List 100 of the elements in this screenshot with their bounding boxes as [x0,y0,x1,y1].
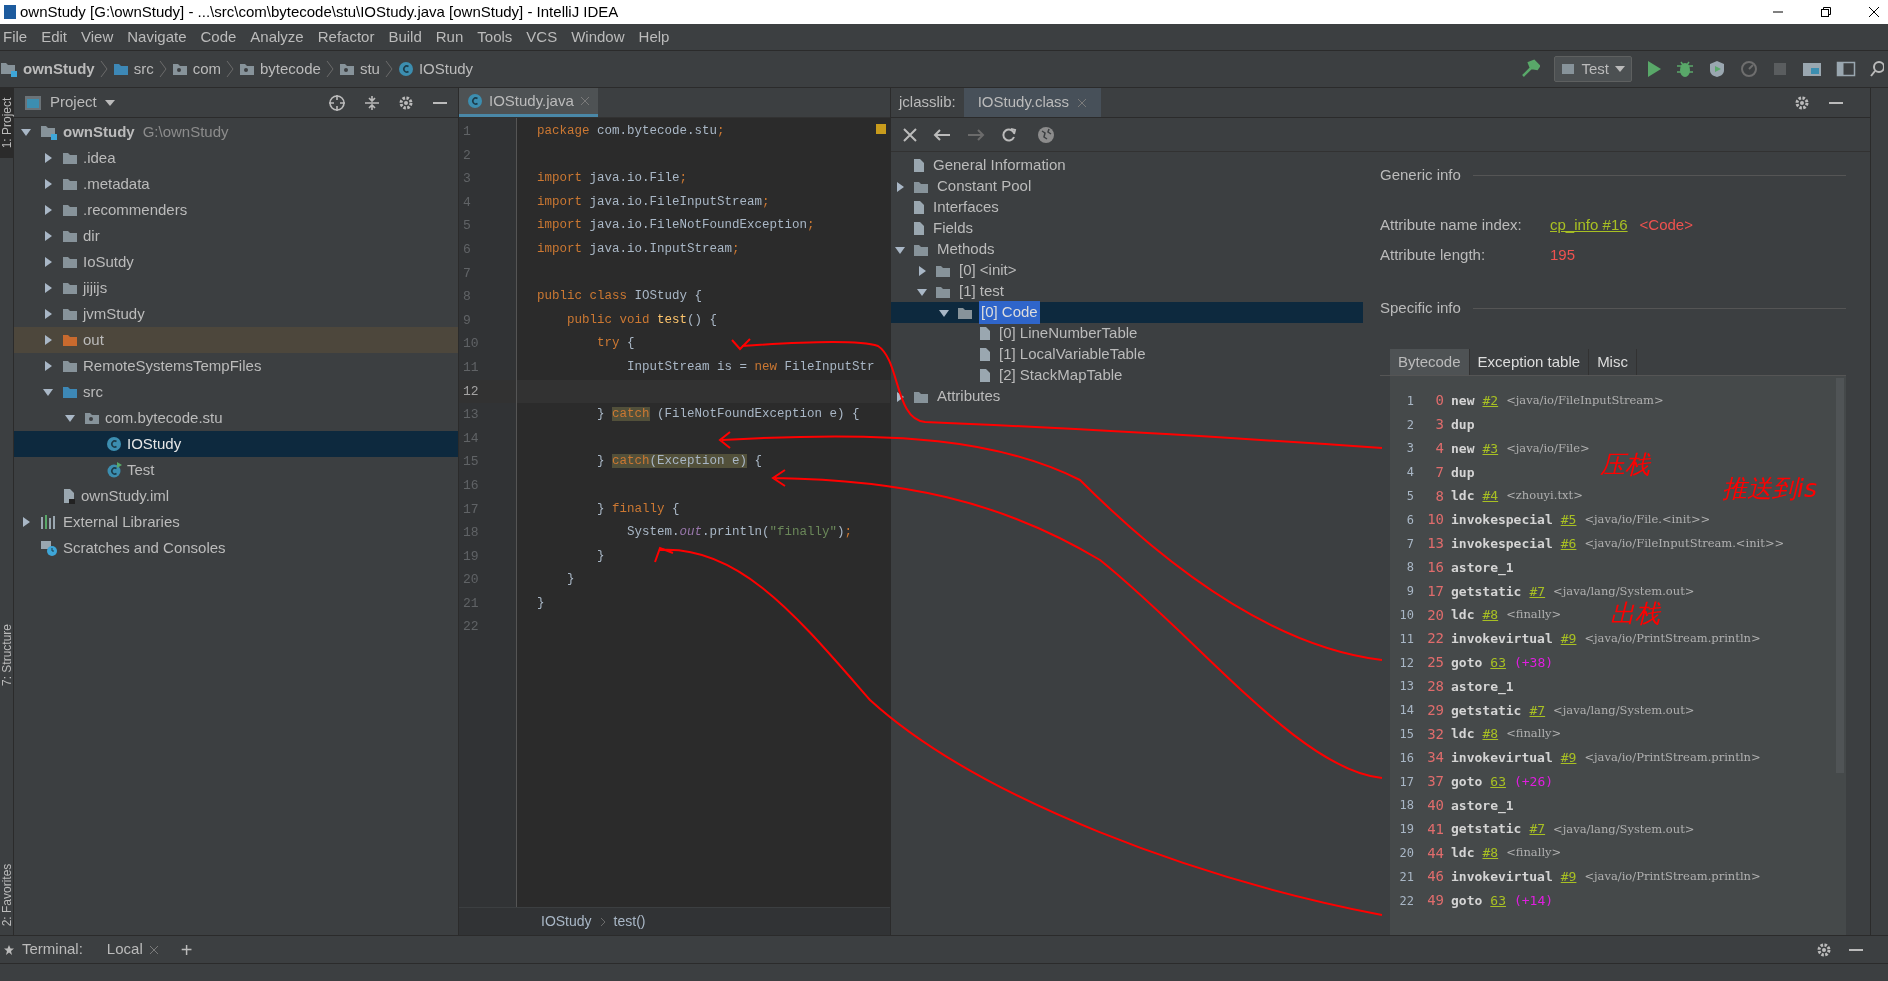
tree-item[interactable]: Methods [935,238,997,261]
tree-item[interactable]: Scratches and Consoles [63,536,226,560]
link[interactable]: #9 [1560,748,1577,768]
menu-item[interactable]: Refactor [310,25,382,49]
restore-icon[interactable] [1820,6,1832,18]
link[interactable]: #4 [1482,486,1499,506]
crosshair-icon[interactable] [328,93,346,112]
breadcrumb-item[interactable]: src [133,57,154,81]
tree-item[interactable]: [1] LocalVariableTable [997,343,1148,366]
tree-item[interactable]: ownStudy.iml [81,484,170,508]
tree-item[interactable]: .metadata [83,172,150,196]
collapsed-arrow-icon[interactable] [42,360,54,372]
tree-item[interactable]: jijijs [83,276,108,300]
add-button[interactable]: + [180,939,193,960]
link[interactable]: #7 [1529,700,1546,720]
expanded-arrow-icon[interactable] [20,126,32,138]
tree-item[interactable]: [0] Code [979,301,1040,324]
bug-icon[interactable] [1676,60,1694,78]
menu-item[interactable]: File [0,25,35,49]
side-tab[interactable]: 1: Project [0,88,14,158]
menu-item[interactable]: Help [631,25,677,49]
collapsed-arrow-icon[interactable] [20,516,32,528]
layout-icon[interactable] [1836,60,1856,78]
collapsed-arrow-icon[interactable] [42,204,54,216]
tree-item[interactable]: src [83,380,103,404]
tree-item[interactable]: IoSutdy [83,250,134,274]
tree-item[interactable]: jvmStudy [83,302,145,326]
tree-item[interactable]: [0] LineNumberTable [997,322,1140,345]
link[interactable]: #7 [1529,581,1546,601]
link[interactable]: #9 [1560,867,1577,887]
collapsed-arrow-icon[interactable] [894,390,906,403]
link[interactable]: #5 [1560,510,1577,530]
hammer-icon[interactable] [1520,59,1541,79]
menu-item[interactable]: Analyze [243,25,311,49]
back-arrow-icon[interactable] [933,127,951,142]
settings-icon[interactable] [1816,941,1832,958]
menu-item[interactable]: Tools [470,25,520,49]
settings-icon[interactable] [1794,94,1810,111]
close-icon[interactable] [1868,6,1880,18]
panel-title[interactable]: Project [50,91,97,114]
tree-item[interactable]: dir [83,224,100,248]
folder-icon[interactable] [1802,60,1822,78]
terminal-tab[interactable]: Local [106,938,143,961]
run-config-dropdown[interactable]: Test [1554,56,1632,82]
tab[interactable]: Bytecode [1390,349,1470,375]
collapsed-arrow-icon[interactable] [42,230,54,242]
link[interactable]: #9 [1560,629,1577,649]
collapsed-arrow-icon[interactable] [42,282,54,294]
breadcrumb-item[interactable]: IOStudy [541,911,592,932]
link[interactable]: #8 [1482,724,1499,744]
link[interactable]: #6 [1560,533,1577,554]
tree-item[interactable]: General Information [931,154,1068,177]
refresh-icon[interactable] [1001,126,1017,143]
expanded-arrow-icon[interactable] [64,412,76,424]
link[interactable]: #8 [1482,605,1499,625]
link[interactable]: #3 [1482,438,1499,459]
expanded-arrow-icon[interactable] [42,386,54,398]
tree-item[interactable]: ownStudy [63,120,135,144]
breadcrumb-item[interactable]: IOStudy [418,57,474,81]
settings-icon[interactable] [398,94,414,111]
link[interactable]: #8 [1482,843,1499,863]
collapsed-arrow-icon[interactable] [894,180,906,193]
collapsed-arrow-icon[interactable] [42,152,54,164]
link[interactable]: 63 [1490,890,1506,911]
menu-item[interactable]: Window [564,25,632,49]
side-tab[interactable]: 2: Favorites [0,855,14,935]
globe-icon[interactable] [1037,125,1055,144]
breadcrumb-item[interactable]: test() [613,911,646,932]
collapsed-arrow-icon[interactable] [42,308,54,320]
tree-item[interactable]: .idea [83,146,116,170]
menu-item[interactable]: Build [381,25,429,49]
menu-item[interactable]: Navigate [120,25,194,49]
tree-item[interactable]: Constant Pool [935,175,1034,198]
collapsed-arrow-icon[interactable] [42,334,54,346]
tree-item[interactable]: out [83,328,104,352]
tree-item[interactable]: IOStudy [127,432,182,456]
link[interactable]: 63 [1490,771,1506,792]
caret-icon[interactable] [104,98,115,107]
collapsed-arrow-icon[interactable] [42,178,54,190]
tree-item[interactable]: .recommenders [83,198,188,222]
link[interactable]: #7 [1529,819,1546,839]
menu-item[interactable]: Run [428,25,471,49]
tree-item[interactable]: [1] test [957,280,1007,303]
tree-item[interactable]: Fields [931,217,975,240]
tree-item[interactable]: Test [127,458,155,482]
menu-item[interactable]: View [74,25,121,49]
breadcrumb-item[interactable]: bytecode [260,57,321,81]
shield-icon[interactable] [1708,60,1726,78]
tree-item[interactable]: External Libraries [63,510,180,534]
collapse-icon[interactable] [364,94,380,111]
tree-item[interactable]: Attributes [935,385,1003,408]
collapsed-arrow-icon[interactable] [916,264,928,277]
link[interactable]: 63 [1490,652,1506,673]
tree-item[interactable]: [2] StackMapTable [997,364,1125,387]
editor-tab[interactable]: IOStudy.java [459,88,598,117]
tree-item[interactable]: RemoteSystemsTempFiles [83,354,262,378]
tree-item[interactable]: Interfaces [931,196,1001,219]
run-icon[interactable] [1646,60,1662,78]
link[interactable]: #2 [1482,391,1499,411]
editor-tab[interactable]: IOStudy.class [963,88,1102,117]
